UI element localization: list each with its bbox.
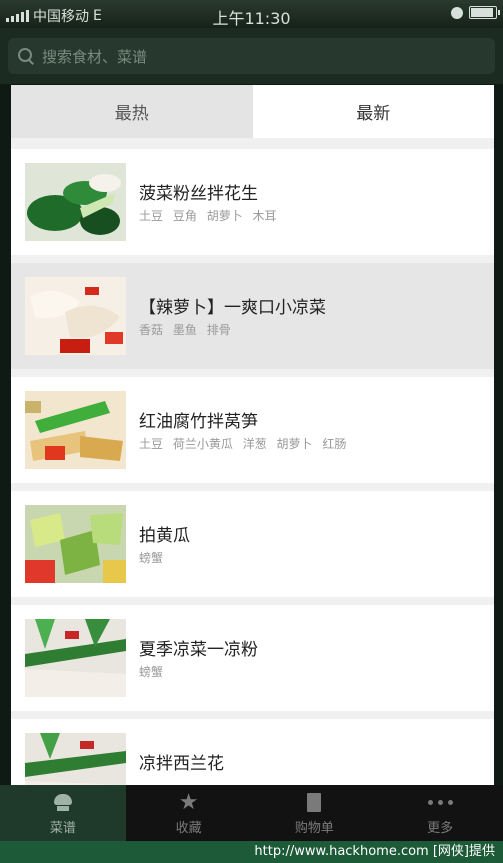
search-icon <box>18 48 34 64</box>
recipe-tag: 土豆 <box>139 437 164 451</box>
recipe-thumbnail <box>25 391 126 469</box>
recipe-tags: 香菇 墨鱼 排骨 <box>139 321 237 338</box>
bottom-tab-bar: 菜谱 ★ 收藏 购物单 更多 <box>0 785 503 841</box>
recipe-tag: 红肠 <box>322 437 347 451</box>
tab-newest[interactable]: 最新 <box>252 85 494 138</box>
recipe-title: 拍黄瓜 <box>139 526 190 546</box>
tab-divider <box>11 138 494 149</box>
tab-shopping-list[interactable]: 购物单 <box>252 785 378 841</box>
recipe-title: 【辣萝卜】一爽口小凉菜 <box>139 298 326 318</box>
tab-label: 收藏 <box>175 820 202 836</box>
recipe-item[interactable]: 拍黄瓜 螃蟹 <box>11 491 494 597</box>
tab-label: 菜谱 <box>49 820 76 836</box>
document-icon <box>307 793 322 812</box>
battery-icon <box>469 6 500 19</box>
recipe-tag: 香菇 <box>139 323 164 337</box>
recipe-tag: 胡萝卜 <box>276 437 313 451</box>
rotation-lock-icon <box>451 6 463 19</box>
recipe-tag: 洋葱 <box>242 437 267 451</box>
star-icon: ★ <box>178 789 199 815</box>
recipe-tag: 木耳 <box>252 209 277 223</box>
recipe-tag: 豆角 <box>172 209 197 223</box>
recipe-title: 夏季凉菜一凉粉 <box>139 640 258 660</box>
more-dots-icon <box>427 800 453 805</box>
tab-more[interactable]: 更多 <box>377 785 503 841</box>
recipe-tag: 荷兰小黄瓜 <box>172 437 233 451</box>
status-time: 上午11:30 <box>212 9 291 28</box>
recipe-tag: 排骨 <box>206 323 231 337</box>
recipe-item[interactable]: 夏季凉菜一凉粉 螃蟹 <box>11 605 494 711</box>
tab-label: 购物单 <box>294 820 334 836</box>
recipe-thumbnail <box>25 619 126 697</box>
watermark-footer: http://www.hackhome.com [网侠]提供 <box>0 841 503 863</box>
tab-label: 更多 <box>427 820 454 836</box>
recipe-item[interactable]: 【辣萝卜】一爽口小凉菜 香菇 墨鱼 排骨 <box>11 263 494 369</box>
search-bar: 搜索食材、菜谱 <box>0 28 503 84</box>
search-placeholder: 搜索食材、菜谱 <box>42 47 148 66</box>
recipe-item[interactable]: 菠菜粉丝拌花生 土豆 豆角 胡萝卜 木耳 <box>11 149 494 255</box>
recipe-title: 凉拌西兰花 <box>139 754 224 774</box>
recipe-item[interactable]: 凉拌西兰花 <box>11 719 494 785</box>
recipe-tag: 土豆 <box>139 209 164 223</box>
tab-recipes[interactable]: 菜谱 <box>0 785 126 841</box>
status-bar: 中国移动 E 上午11:30 <box>0 0 503 28</box>
recipe-tag: 螃蟹 <box>139 665 164 679</box>
sort-tabs: 最热 最新 <box>11 85 494 138</box>
recipe-tags: 土豆 荷兰小黄瓜 洋葱 胡萝卜 红肠 <box>139 435 352 452</box>
recipe-tag: 螃蟹 <box>139 551 164 565</box>
recipe-thumbnail <box>25 505 126 583</box>
recipe-item[interactable]: 红油腐竹拌莴笋 土豆 荷兰小黄瓜 洋葱 胡萝卜 红肠 <box>11 377 494 483</box>
tab-hottest[interactable]: 最热 <box>11 85 253 138</box>
recipe-thumbnail <box>25 733 126 785</box>
phone-screen: 中国移动 E 上午11:30 搜索食材、菜谱 最热 最新 菠菜粉丝拌花生 土豆 … <box>0 0 503 841</box>
recipe-thumbnail <box>25 277 126 355</box>
chef-hat-icon <box>52 793 74 812</box>
recipe-tags: 土豆 豆角 胡萝卜 木耳 <box>139 207 283 224</box>
recipe-title: 红油腐竹拌莴笋 <box>139 412 258 432</box>
recipe-tags: 螃蟹 <box>139 663 169 680</box>
recipe-thumbnail <box>25 163 126 241</box>
recipe-title: 菠菜粉丝拌花生 <box>139 184 258 204</box>
tab-favorites[interactable]: ★ 收藏 <box>126 785 252 841</box>
recipe-tags: 螃蟹 <box>139 549 169 566</box>
recipe-tag: 墨鱼 <box>172 323 197 337</box>
search-input[interactable]: 搜索食材、菜谱 <box>8 38 495 74</box>
status-right <box>451 6 500 19</box>
recipe-tag: 胡萝卜 <box>206 209 243 223</box>
recipe-list-panel: 最热 最新 菠菜粉丝拌花生 土豆 豆角 胡萝卜 木耳 【辣萝卜】一爽口小凉菜 香… <box>11 85 494 785</box>
